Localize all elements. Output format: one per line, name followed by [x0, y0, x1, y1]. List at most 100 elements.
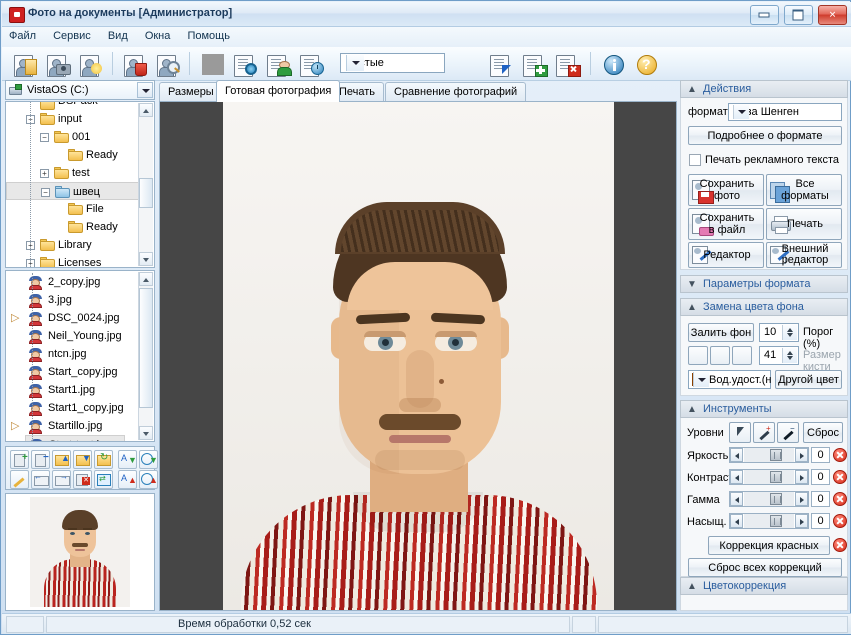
file-list-scrollbar[interactable]: [138, 272, 153, 440]
maximize-button[interactable]: [784, 5, 813, 25]
levels-black-point-button[interactable]: −: [777, 422, 799, 443]
new-photo-button[interactable]: [76, 50, 104, 77]
main-photo[interactable]: [223, 102, 614, 610]
fill-background-button[interactable]: Залить фон: [688, 323, 754, 342]
tree-item[interactable]: Ready: [6, 146, 139, 164]
remove-row-button[interactable]: −: [31, 450, 50, 469]
spinner-arrows-icon[interactable]: [782, 325, 797, 340]
delete-item-button[interactable]: ✕: [73, 470, 92, 489]
edit-pencil-button[interactable]: [10, 470, 29, 489]
sort-time-up-button[interactable]: ▲: [139, 470, 158, 489]
tab-sizes[interactable]: Размеры: [159, 82, 223, 102]
photo-canvas[interactable]: [159, 101, 677, 611]
list-person-button[interactable]: [264, 50, 292, 77]
list-add-button[interactable]: [520, 50, 548, 77]
reset-all-corrections-button[interactable]: Сброс всех коррекций: [688, 558, 842, 577]
print-button[interactable]: Печать: [766, 208, 842, 240]
background-color-select[interactable]: Вод.удост.(н: [688, 370, 771, 389]
list-item[interactable]: Start1_copy.jpg: [6, 399, 139, 417]
sort-time-down-button[interactable]: ▼: [139, 450, 158, 469]
open-folder-up-button[interactable]: ▲: [52, 450, 71, 469]
photo-preview[interactable]: [5, 493, 155, 611]
expander-icon[interactable]: ▷: [11, 309, 19, 327]
menu-service[interactable]: Сервис: [46, 27, 98, 45]
contrast-reset-icon[interactable]: [833, 470, 847, 484]
slider-left-arrow[interactable]: [730, 492, 743, 506]
contrast-slider[interactable]: [729, 469, 809, 485]
brightness-value[interactable]: 0: [811, 447, 830, 463]
tree-item[interactable]: − 001: [6, 128, 139, 146]
sort-az-down-button[interactable]: A▼: [118, 450, 137, 469]
saturation-slider[interactable]: [729, 513, 809, 529]
move-left-button[interactable]: ←: [31, 470, 50, 489]
open-photo-button[interactable]: [10, 50, 38, 77]
slider-left-arrow[interactable]: [730, 470, 743, 484]
menu-help[interactable]: Помощь: [180, 27, 237, 45]
tree-item[interactable]: File: [6, 200, 139, 218]
list-item-selected[interactable]: Start-test.jpg: [25, 435, 125, 441]
levels-white-point-button[interactable]: +: [753, 422, 775, 443]
list-item[interactable]: ▷ DSC_0024.jpg: [6, 309, 139, 327]
contrast-value[interactable]: 0: [811, 469, 830, 485]
menu-windows[interactable]: Окна: [138, 27, 178, 45]
slider-right-arrow[interactable]: [795, 514, 808, 528]
tree-item[interactable]: + Licenses: [6, 254, 139, 267]
menu-file[interactable]: Файл: [2, 27, 43, 45]
gamma-value[interactable]: 0: [811, 491, 830, 507]
ad-text-checkbox[interactable]: [689, 154, 701, 166]
scroll-down-button[interactable]: [139, 426, 153, 440]
save-photo-button[interactable]: Сохранитьфото: [688, 174, 764, 206]
color-correction-header[interactable]: ▲ Цветокоррекция: [680, 577, 848, 595]
chevron-down-icon[interactable]: ▼: [687, 279, 697, 291]
brush-tool-button[interactable]: [688, 346, 708, 365]
brightness-reset-icon[interactable]: [833, 448, 847, 462]
scroll-up-button[interactable]: [139, 103, 153, 117]
tab-compare-photos[interactable]: Сравнение фотографий: [385, 82, 526, 102]
expander-icon[interactable]: −: [40, 133, 49, 142]
sort-az-up-button[interactable]: A▲: [118, 470, 137, 489]
capture-camera-button[interactable]: [43, 50, 71, 77]
list-settings-button[interactable]: [231, 50, 259, 77]
list-item[interactable]: Start1.jpg: [6, 381, 139, 399]
help-button[interactable]: ?: [632, 50, 660, 77]
folder-tree[interactable]: DSPack − input − 001 Ready: [5, 101, 155, 268]
move-right-button[interactable]: →: [52, 470, 71, 489]
tree-item[interactable]: DSPack: [6, 102, 139, 110]
refresh-folder-button[interactable]: ↻: [94, 450, 113, 469]
list-item[interactable]: 3.jpg: [6, 291, 139, 309]
slider-left-arrow[interactable]: [730, 514, 743, 528]
delete-photo-button[interactable]: [120, 50, 148, 77]
minimize-button[interactable]: [750, 5, 779, 25]
chevron-up-icon[interactable]: ▲: [687, 581, 697, 593]
list-item[interactable]: ntcn.jpg: [6, 345, 139, 363]
levels-reset-button[interactable]: Сброс: [803, 422, 843, 443]
gamma-slider[interactable]: [729, 491, 809, 507]
chevron-down-icon[interactable]: [346, 55, 364, 71]
red-eye-reset-icon[interactable]: [833, 538, 847, 552]
other-color-button[interactable]: Другой цвет: [775, 370, 842, 389]
list-item[interactable]: 2_copy.jpg: [6, 273, 139, 291]
actions-section-header[interactable]: ▲ Действия: [680, 80, 848, 98]
list-item[interactable]: ▷ Startillo.jpg: [6, 417, 139, 435]
info-button[interactable]: [599, 50, 627, 77]
magic-wand-tool-button[interactable]: [732, 346, 752, 365]
format-params-header[interactable]: ▼ Параметры формата: [680, 275, 848, 293]
red-eye-button[interactable]: Коррекция красных глаз: [708, 536, 830, 555]
editor-button[interactable]: Редактор: [688, 242, 764, 268]
threshold-spinner[interactable]: 10: [759, 323, 799, 342]
external-editor-button[interactable]: Внешнийредактор: [766, 242, 842, 268]
scroll-up-button[interactable]: [139, 272, 153, 286]
slider-left-arrow[interactable]: [730, 448, 743, 462]
scroll-thumb[interactable]: [139, 178, 153, 208]
saturation-reset-icon[interactable]: [833, 514, 847, 528]
slider-right-arrow[interactable]: [795, 492, 808, 506]
chevron-down-icon[interactable]: [693, 372, 709, 387]
list-item[interactable]: Start_copy.jpg: [6, 363, 139, 381]
tree-item[interactable]: + Library: [6, 236, 139, 254]
tools-section-header[interactable]: ▲ Инструменты: [680, 400, 848, 418]
list-history-button[interactable]: [297, 50, 325, 77]
chevron-up-icon[interactable]: ▲: [687, 302, 697, 314]
brightness-slider[interactable]: [729, 447, 809, 463]
tree-item[interactable]: − input: [6, 110, 139, 128]
scroll-thumb[interactable]: [139, 288, 153, 408]
